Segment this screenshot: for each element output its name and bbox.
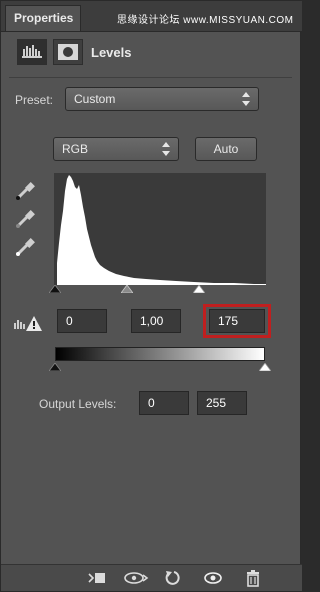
output-black-slider[interactable] [49,363,61,371]
white-eyedropper-icon[interactable] [15,235,37,257]
output-gradient-bar [55,347,265,361]
trash-icon[interactable] [243,569,263,587]
histogram-graph [57,175,266,285]
preset-select[interactable]: Custom [65,87,259,111]
channel-select-value: RGB [62,142,89,156]
reset-icon[interactable] [163,569,183,587]
mask-icon[interactable] [53,39,83,65]
input-gamma-slider[interactable] [121,285,133,293]
tab-properties[interactable]: Properties [5,5,81,31]
input-gamma-field[interactable]: 1,00 [131,309,181,333]
view-previous-state-icon[interactable] [123,569,149,587]
visibility-eye-icon[interactable] [203,569,223,587]
panel-footer [1,564,302,591]
updown-arrows-icon [162,142,170,156]
input-black-field[interactable]: 0 [57,309,107,333]
output-levels-label: Output Levels: [39,397,117,411]
output-black-field[interactable]: 0 [139,391,189,415]
auto-button[interactable]: Auto [195,137,257,161]
highlight-box [203,304,271,338]
output-white-slider[interactable] [259,363,271,371]
black-eyedropper-icon[interactable] [15,179,37,201]
channel-select[interactable]: RGB [53,137,179,161]
divider [9,77,292,78]
properties-panel: Properties 思缘设计论坛 www.MISSYUAN.COM Level… [0,0,302,592]
output-white-field[interactable]: 255 [197,391,247,415]
preset-label: Preset: [15,93,54,107]
watermark-text: 思缘设计论坛 www.MISSYUAN.COM [117,15,294,26]
input-white-slider[interactable] [193,285,205,293]
input-black-slider[interactable] [49,285,61,293]
preset-select-value: Custom [74,92,116,106]
histogram [54,173,266,285]
panel-tab-bar: Properties 思缘设计论坛 www.MISSYUAN.COM [1,1,302,32]
gray-eyedropper-icon[interactable] [15,207,37,229]
clipping-warning-icon[interactable] [13,313,43,333]
histogram-icon[interactable] [17,39,47,65]
adjustment-title: Levels [91,45,132,60]
clip-to-layer-icon[interactable] [87,569,107,587]
updown-arrows-icon [242,92,250,106]
